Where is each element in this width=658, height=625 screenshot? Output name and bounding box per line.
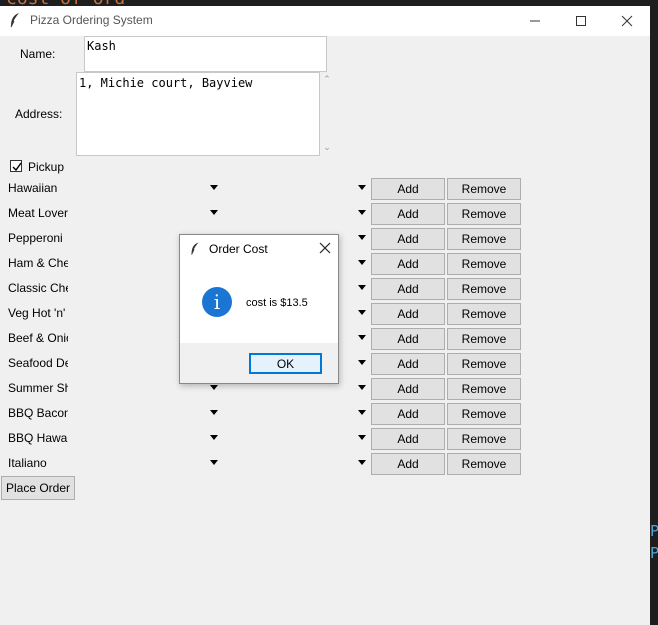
quantity-dropdown-arrow-icon[interactable] — [358, 260, 366, 265]
add-button[interactable]: Add — [371, 228, 445, 250]
quantity-dropdown-arrow-icon[interactable] — [358, 410, 366, 415]
add-button[interactable]: Add — [371, 428, 445, 450]
size-dropdown-arrow-icon[interactable] — [210, 435, 218, 440]
add-button[interactable]: Add — [371, 353, 445, 375]
minimize-icon — [530, 20, 540, 22]
order-cost-dialog: Order Cost i cost is $13.5 OK — [179, 234, 339, 384]
pizza-name: Italiano — [8, 456, 47, 470]
add-button[interactable]: Add — [371, 278, 445, 300]
remove-button[interactable]: Remove — [447, 403, 521, 425]
info-icon: i — [202, 287, 232, 317]
remove-button[interactable]: Remove — [447, 353, 521, 375]
quantity-dropdown-arrow-icon[interactable] — [358, 235, 366, 240]
close-icon[interactable] — [318, 241, 332, 255]
scroll-up-icon[interactable]: ⌃ — [322, 74, 332, 84]
quantity-dropdown-arrow-icon[interactable] — [358, 360, 366, 365]
quantity-dropdown-arrow-icon[interactable] — [358, 335, 366, 340]
add-button[interactable]: Add — [371, 453, 445, 475]
remove-button[interactable]: Remove — [447, 278, 521, 300]
pizza-name: Summer Sh — [8, 381, 68, 395]
feather-icon — [191, 242, 199, 255]
remove-button[interactable]: Remove — [447, 203, 521, 225]
pizza-name: Meat Lover — [8, 206, 68, 220]
pizza-name: Hawaiian — [8, 181, 58, 195]
name-field[interactable]: Kash — [84, 36, 327, 72]
remove-button[interactable]: Remove — [447, 453, 521, 475]
pickup-label: Pickup — [28, 160, 65, 174]
size-dropdown-arrow-icon[interactable] — [210, 410, 218, 415]
dialog-title: Order Cost — [209, 242, 268, 256]
add-button[interactable]: Add — [371, 178, 445, 200]
close-button[interactable] — [604, 6, 650, 36]
pizza-name: Pepperoni — [8, 231, 63, 245]
minimize-button[interactable] — [512, 6, 558, 36]
remove-button[interactable]: Remove — [447, 303, 521, 325]
pizza-name: BBQ Hawai — [8, 431, 68, 445]
quantity-dropdown-arrow-icon[interactable] — [358, 385, 366, 390]
dialog-body: i cost is $13.5 — [180, 263, 338, 343]
address-scrollbar[interactable]: ⌃ ⌄ — [320, 72, 334, 154]
add-button[interactable]: Add — [371, 203, 445, 225]
add-button[interactable]: Add — [371, 303, 445, 325]
size-dropdown-arrow-icon[interactable] — [210, 185, 218, 190]
pizza-row: Italiano Add Remove — [0, 452, 650, 477]
place-order-button[interactable]: Place Order — [1, 476, 75, 500]
feather-icon — [10, 13, 19, 28]
size-dropdown-arrow-icon[interactable] — [210, 460, 218, 465]
address-label: Address: — [15, 107, 63, 121]
add-button[interactable]: Add — [371, 403, 445, 425]
quantity-dropdown-arrow-icon[interactable] — [358, 460, 366, 465]
pizza-name: Beef & Onio — [8, 331, 68, 345]
pizza-name: BBQ Bacon — [8, 406, 68, 420]
close-icon — [621, 15, 633, 27]
pizza-row: Meat Lover Add Remove — [0, 202, 650, 227]
background-edge-text: P P — [650, 522, 658, 562]
pickup-checkbox[interactable] — [10, 160, 22, 172]
pizza-name: Veg Hot 'n' — [8, 306, 66, 320]
ok-button[interactable]: OK — [249, 353, 322, 374]
dialog-titlebar[interactable]: Order Cost — [180, 235, 338, 263]
dialog-message: cost is $13.5 — [246, 297, 308, 309]
maximize-button[interactable] — [558, 6, 604, 36]
scroll-down-icon[interactable]: ⌄ — [322, 142, 332, 152]
remove-button[interactable]: Remove — [447, 428, 521, 450]
size-dropdown-arrow-icon[interactable] — [210, 210, 218, 215]
pizza-name: Seafood De — [8, 356, 68, 370]
checkmark-icon — [12, 162, 22, 172]
quantity-dropdown-arrow-icon[interactable] — [358, 285, 366, 290]
name-label: Name: — [20, 47, 56, 61]
add-button[interactable]: Add — [371, 253, 445, 275]
address-field[interactable]: 1, Michie court, Bayview — [76, 72, 320, 156]
quantity-dropdown-arrow-icon[interactable] — [358, 185, 366, 190]
size-dropdown-arrow-icon[interactable] — [210, 385, 218, 390]
pizza-row: BBQ Hawai Add Remove — [0, 427, 650, 452]
add-button[interactable]: Add — [371, 328, 445, 350]
remove-button[interactable]: Remove — [447, 253, 521, 275]
add-button[interactable]: Add — [371, 378, 445, 400]
pizza-row: Hawaiian Add Remove — [0, 177, 650, 202]
quantity-dropdown-arrow-icon[interactable] — [358, 310, 366, 315]
pizza-row: BBQ Bacon Add Remove — [0, 402, 650, 427]
remove-button[interactable]: Remove — [447, 178, 521, 200]
maximize-icon — [576, 16, 586, 26]
remove-button[interactable]: Remove — [447, 328, 521, 350]
quantity-dropdown-arrow-icon[interactable] — [358, 435, 366, 440]
remove-button[interactable]: Remove — [447, 378, 521, 400]
quantity-dropdown-arrow-icon[interactable] — [358, 210, 366, 215]
window-titlebar[interactable]: Pizza Ordering System — [0, 6, 650, 36]
remove-button[interactable]: Remove — [447, 228, 521, 250]
window-title: Pizza Ordering System — [30, 13, 153, 27]
pizza-name: Classic Che — [8, 281, 68, 295]
pizza-name: Ham & Che — [8, 256, 68, 270]
